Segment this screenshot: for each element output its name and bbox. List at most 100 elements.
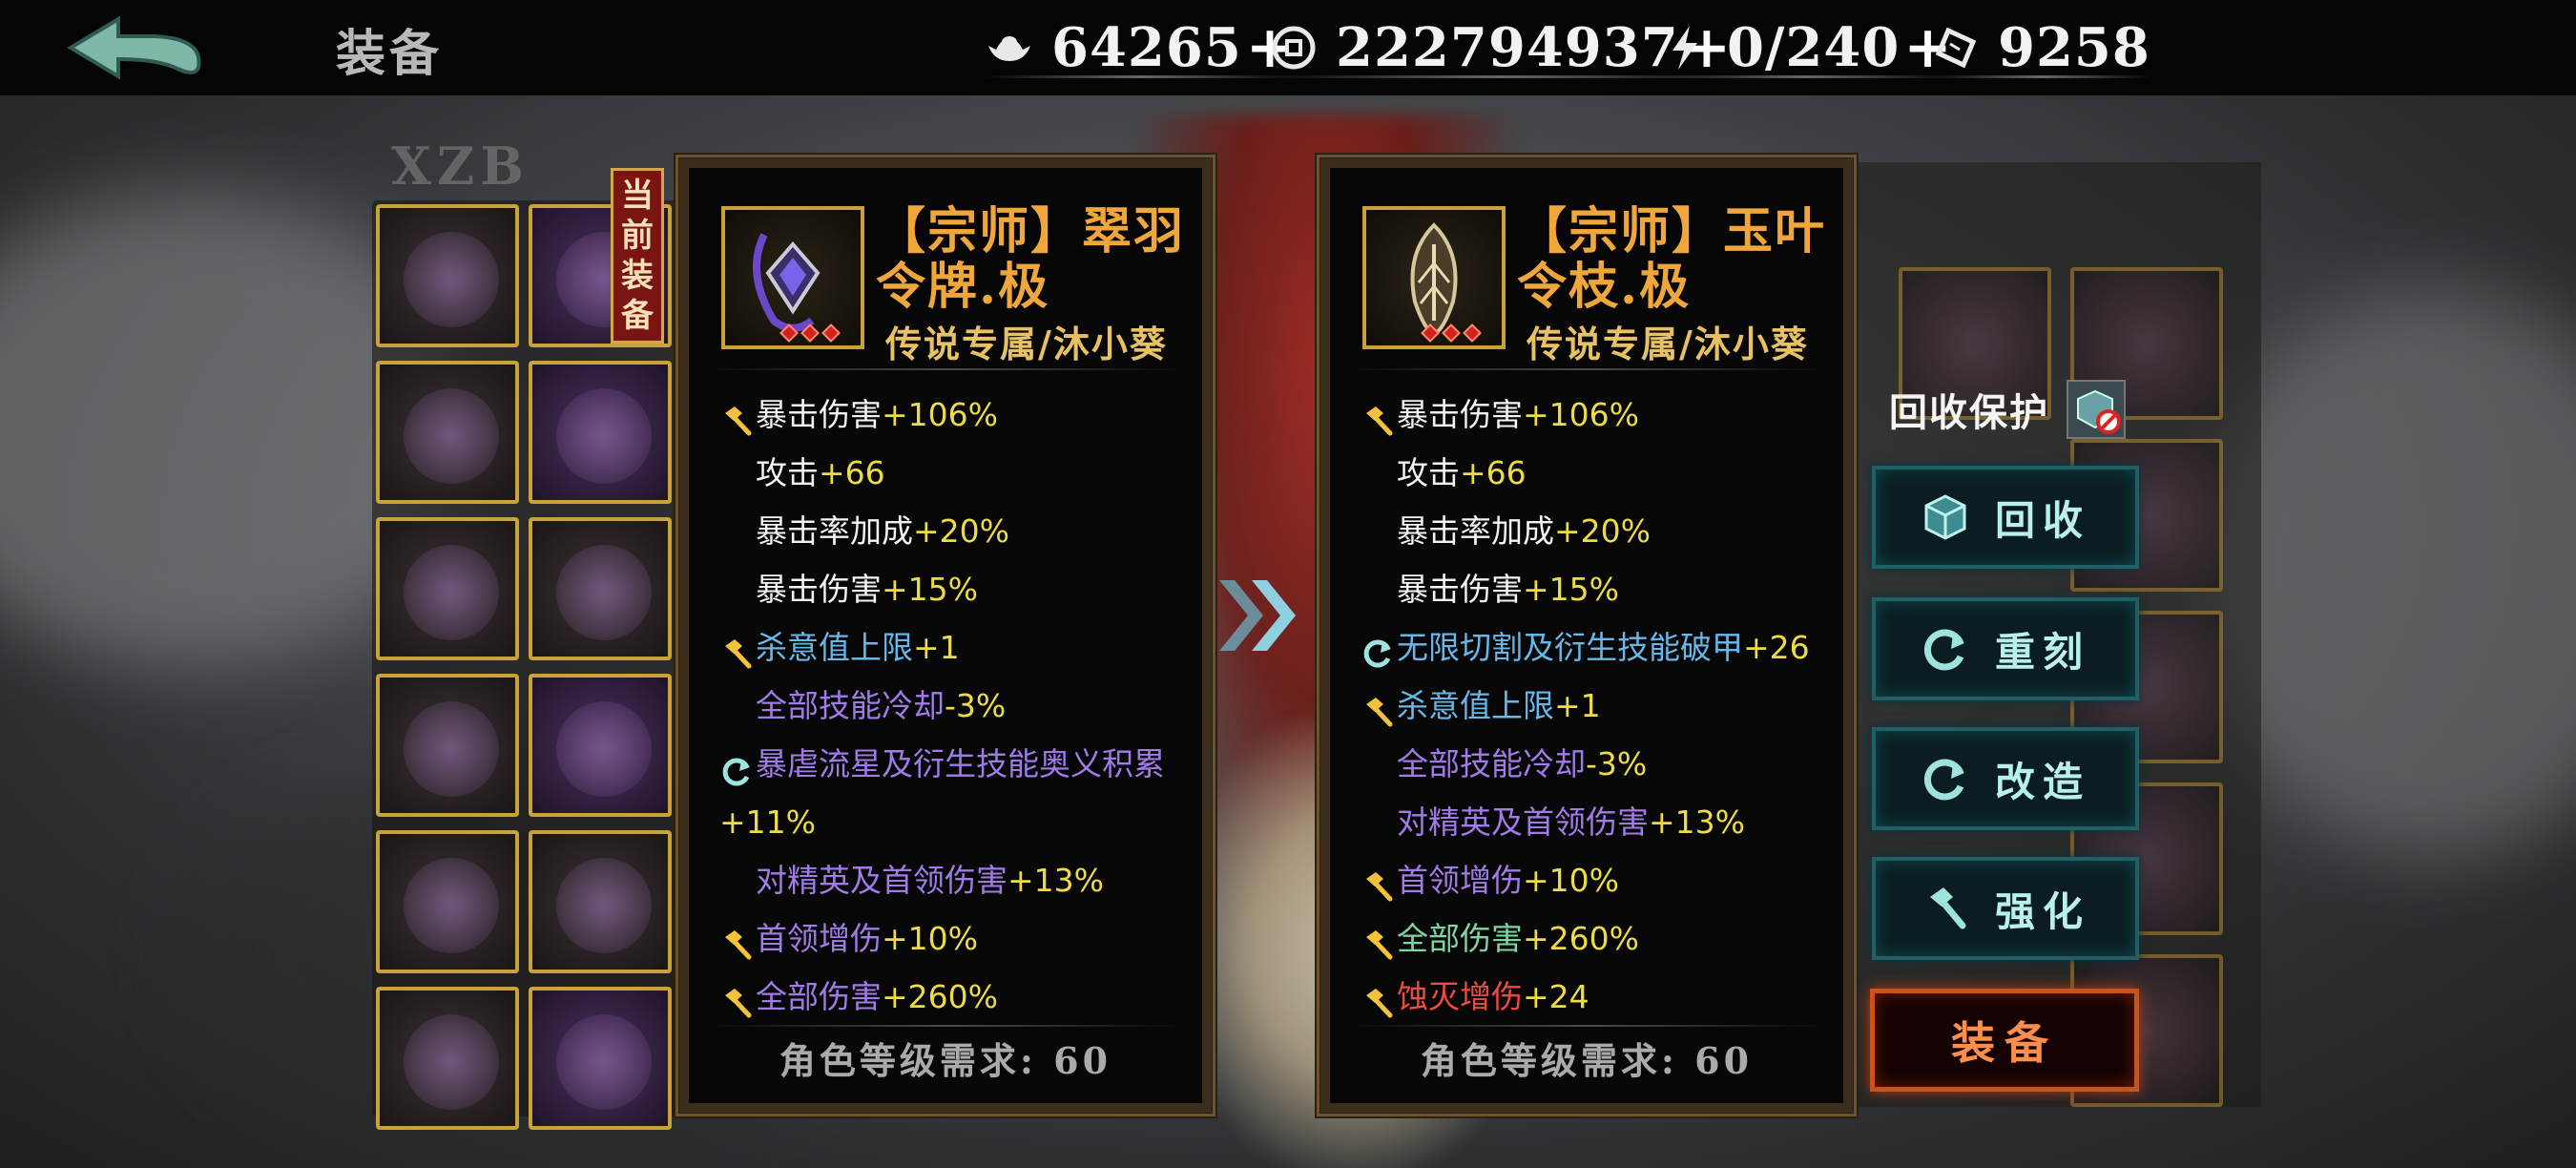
ticket-icon [1931,23,1981,73]
stat-label: 暴击伤害 [1397,396,1523,433]
hammer-icon [1361,689,1395,726]
stat-value: +20% [913,512,1009,550]
stat-label: 杀意值上限 [756,629,913,666]
hammer-icon [1929,887,1966,929]
stat-value: +66 [819,454,885,491]
lightning-icon [1660,23,1710,73]
inventory-slot[interactable] [529,987,672,1130]
item-icon-frame [1362,206,1506,349]
stat-value: +106% [882,396,998,433]
reforge-icon [719,749,754,785]
stat-row: 无限切割及衍生技能破甲 +26 [1361,618,1857,677]
enhance-button[interactable]: 强化 [1872,857,2139,960]
resource-silver: 64265 + [985,14,1295,81]
hammer-icon [1361,864,1395,901]
resource-stamina: 0/240 + [1660,14,1952,81]
stat-label: 暴击伤害 [1397,571,1523,608]
stat-row: 首领增伤 +10% [719,909,1215,968]
remodel-button[interactable]: 改造 [1872,727,2139,830]
stat-row: 蚀灭增伤 +24 [1361,968,1857,1026]
stat-row: 杀意值上限 +1 [1361,677,1857,735]
stat-label: 蚀灭增伤 [1397,978,1523,1015]
inventory-tab-label: XZB [391,136,530,197]
hammer-icon [1361,922,1395,959]
inventory-slot[interactable] [529,674,672,817]
stat-row: 暴击伤害 +15% [719,560,1215,618]
token-branch-icon [1410,222,1458,337]
level-requirement: 角色等级需求: 60 [1420,1039,1754,1082]
resource-ticket: 9258 [1931,16,2150,79]
inventory-slot[interactable] [529,830,672,973]
stat-label: 无限切割及衍生技能破甲 [1397,629,1743,666]
stat-row: 全部技能冷却 -3% [719,677,1215,735]
coin-icon [1269,23,1319,73]
page-title: 装备 [336,25,444,83]
hammer-icon [719,922,754,959]
item-subtitle: 传说专属/沐小葵 [1527,323,1809,365]
equip-button[interactable]: 装备 [1870,989,2139,1092]
item-name: 【宗师】玉叶 令枝.极 [1517,202,1827,316]
inventory-slot[interactable] [529,517,672,660]
inventory-slot[interactable] [529,361,672,504]
stat-value: +260% [1523,920,1639,957]
stat-label: 暴击率加成 [1397,512,1554,550]
compare-arrow-icon [1214,573,1309,658]
stat-value: +15% [882,571,978,608]
stat-value: +106% [1523,396,1639,433]
stat-value: -3% [945,687,1007,724]
rarity-dots [779,323,841,343]
inventory-slot[interactable] [376,987,519,1130]
stat-label: 全部技能冷却 [756,687,945,724]
stat-label: 暴击伤害 [756,571,882,608]
item-stats: 暴击伤害 +106% 攻击 +66 暴击率加成 +20% 暴击伤害 +15% 杀意值上限 +1 全部… [719,386,1215,1026]
inventory-slot[interactable] [376,830,519,973]
stat-label: 全部伤害 [1397,920,1523,957]
stat-label: 首领增伤 [1397,862,1523,899]
hammer-icon [719,398,754,435]
hammer-icon [1361,398,1395,435]
recycle-button[interactable]: 回收 [1872,466,2139,569]
stat-label: 对精英及首领伤害 [756,862,1008,899]
stat-label: 杀意值上限 [1397,687,1554,724]
top-bar: 装备 64265 + 222794937 + 0/240 + 9258 [0,0,2576,95]
back-button[interactable] [63,13,206,82]
reforge-icon [1361,631,1395,667]
stat-value: +10% [882,920,978,957]
stat-row: 暴击率加成 +20% [1361,502,1857,560]
token-amulet-icon [753,233,821,332]
stat-label: 暴击伤害 [756,396,882,433]
stat-row: 暴击率加成 +20% [719,502,1215,560]
inventory-slot[interactable] [376,517,519,660]
stat-row: 对精英及首领伤害 +13% [1361,793,1857,851]
stat-value: +10% [1523,862,1619,899]
item-name: 【宗师】翠羽 令牌.极 [876,202,1186,316]
stat-label: 对精英及首领伤害 [1397,803,1649,841]
recycle-box-icon [1924,494,1966,540]
stat-row: 暴击伤害 +15% [1361,560,1857,618]
stat-row: 全部技能冷却 -3% [1361,735,1857,793]
item-icon-frame [721,206,864,349]
hammer-icon [719,980,754,1017]
inventory-slot[interactable] [376,674,519,817]
inventory-slot[interactable] [376,361,519,504]
stat-row: 暴击伤害 +106% [1361,386,1857,444]
stat-label: 暴击率加成 [756,512,913,550]
stat-row: 全部伤害 +260% [1361,909,1857,968]
silver-ingot-icon [985,23,1034,73]
stat-row: 攻击 +66 [719,444,1215,502]
stat-label: 首领增伤 [756,920,882,957]
stat-value: +13% [1008,862,1104,899]
stat-value: +24 [1523,978,1589,1015]
reengrave-button[interactable]: 重刻 [1872,597,2139,700]
inventory-slot[interactable] [376,204,519,347]
stat-label: 暴虐流星及衍生技能奥义积累 [756,745,1165,782]
recycle-protection-toggle[interactable] [2067,380,2126,439]
stat-label: 攻击 [1397,454,1460,491]
hammer-icon [1361,980,1395,1017]
stat-value: +13% [1649,803,1745,841]
stat-value: +26 [1743,629,1810,666]
stat-label: 全部技能冷却 [1397,745,1586,782]
rarity-dots [1421,323,1482,343]
stat-label: 攻击 [756,454,819,491]
stat-value: -3% [1586,745,1648,782]
